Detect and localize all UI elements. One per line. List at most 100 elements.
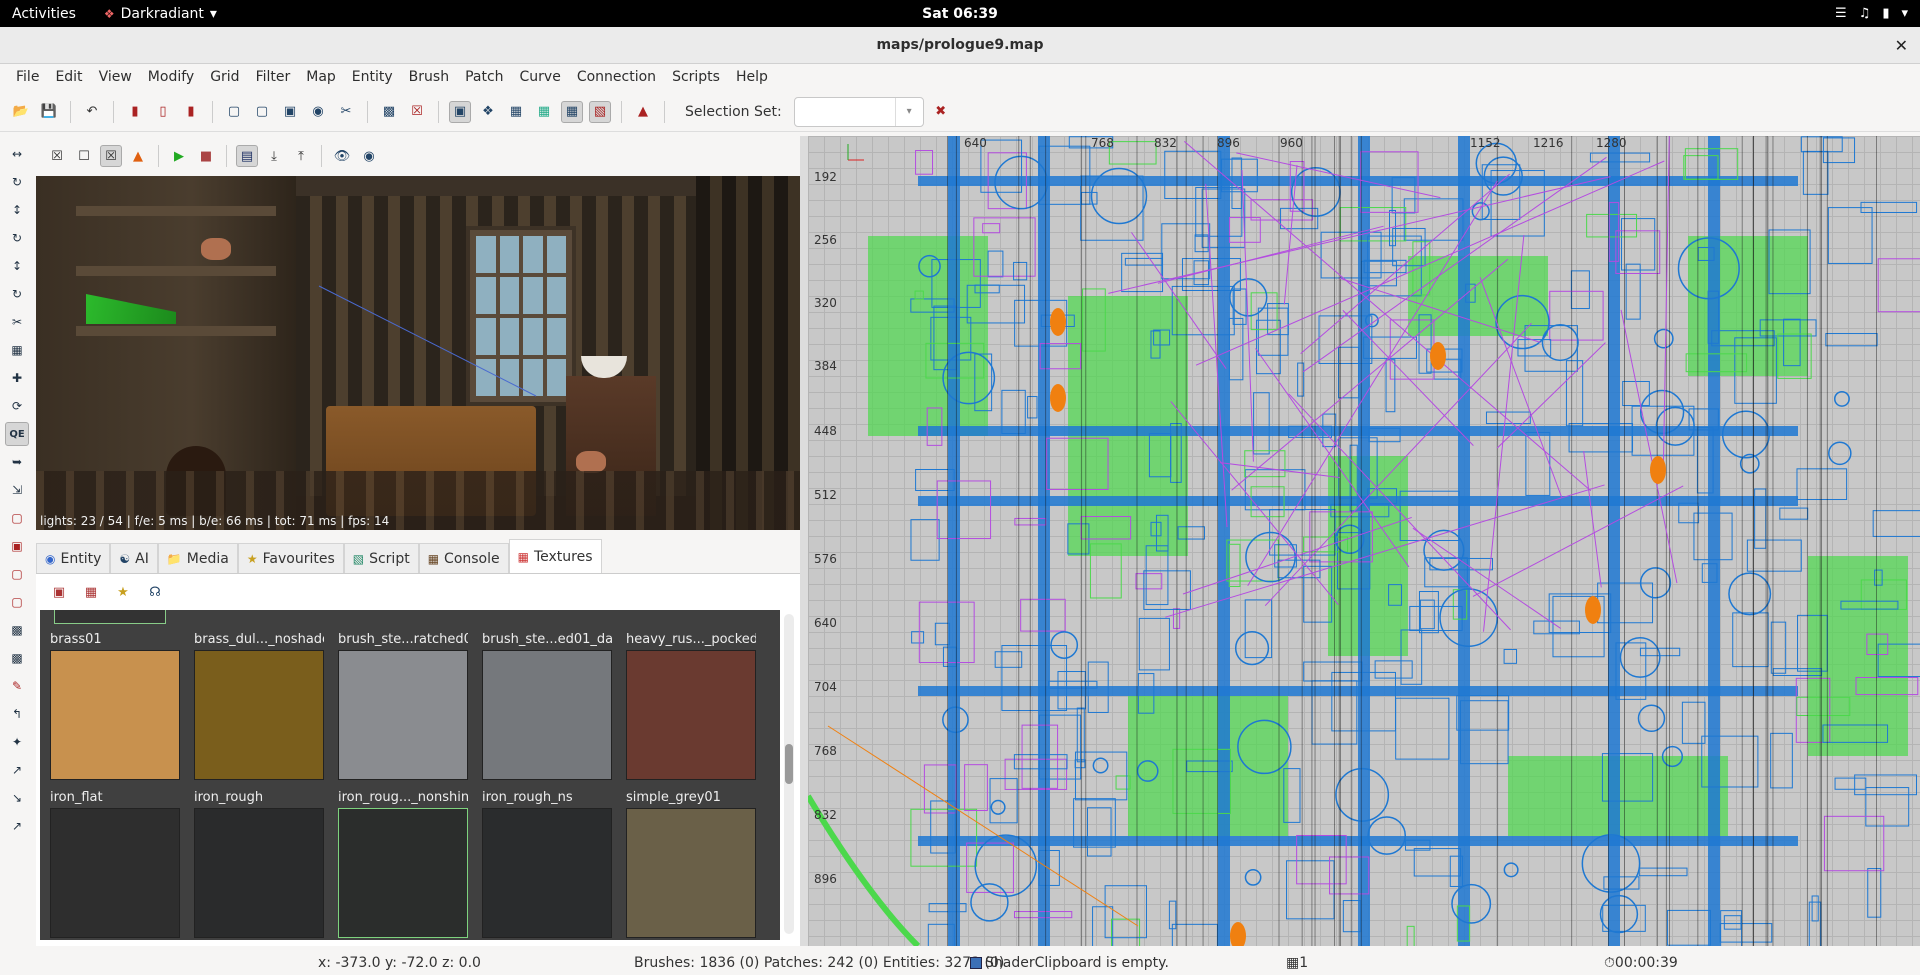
view-follow-icon[interactable]: ◉ <box>358 145 380 167</box>
menu-curve[interactable]: Curve <box>512 69 569 85</box>
chevron-down-icon[interactable]: ▾ <box>894 97 923 126</box>
menu-edit[interactable]: Edit <box>47 69 90 85</box>
qe-mode-icon[interactable]: QE <box>5 422 29 446</box>
cubic-clip-icon[interactable]: ▤ <box>236 145 258 167</box>
menu-file[interactable]: File <box>8 69 47 85</box>
activities-button[interactable]: Activities <box>12 6 76 22</box>
texture-item[interactable]: brush_ste...ratched01 <box>338 632 468 780</box>
menu-filter[interactable]: Filter <box>248 69 299 85</box>
flip-x-icon[interactable]: ↔ <box>5 142 29 166</box>
scrollbar-thumb[interactable] <box>785 744 793 784</box>
far-clip-out-icon[interactable]: ⤒ <box>290 145 312 167</box>
select-partial-tall-icon[interactable]: ▢ <box>5 562 29 586</box>
texture-item[interactable]: brass01 <box>50 632 180 780</box>
system-tray[interactable]: ☰ ♫ ▮ ▾ <box>1835 6 1908 21</box>
menu-help[interactable]: Help <box>728 69 776 85</box>
rotate-x-icon[interactable]: ↻ <box>5 170 29 194</box>
selection-set-combo[interactable]: ▾ <box>793 96 924 127</box>
rotate-icon[interactable]: ⟳ <box>5 394 29 418</box>
region-icon[interactable]: ▧ <box>589 100 611 123</box>
menu-view[interactable]: View <box>91 69 140 85</box>
tab-favourites[interactable]: ★ Favourites <box>237 543 344 573</box>
flip-z-icon[interactable]: ▮ <box>180 101 202 123</box>
rotate-y-icon[interactable]: ↻ <box>5 226 29 250</box>
hide-selected-icon[interactable]: ❖ <box>477 101 499 123</box>
rotate-z-icon[interactable]: ▣ <box>279 101 301 123</box>
pane-splitter[interactable] <box>800 136 808 946</box>
make-hollow-icon[interactable]: ✎ <box>5 674 29 698</box>
rotate-z-icon[interactable]: ↻ <box>5 282 29 306</box>
menu-scripts[interactable]: Scripts <box>664 69 728 85</box>
star-icon[interactable]: ★ <box>112 581 134 603</box>
menu-patch[interactable]: Patch <box>457 69 511 85</box>
texture-lock-icon[interactable]: ▦ <box>533 101 555 123</box>
entity-icon[interactable]: ◉ <box>307 101 329 123</box>
select-touching-icon[interactable]: ▣ <box>5 534 29 558</box>
lighting-mode-icon[interactable]: ▲ <box>127 145 149 167</box>
menu-entity[interactable]: Entity <box>344 69 401 85</box>
scale-lock-icon[interactable]: ▦ <box>561 100 583 123</box>
edge-mode-icon[interactable]: ↗ <box>5 758 29 782</box>
drag-icon[interactable]: ➥ <box>5 450 29 474</box>
view-lock-icon[interactable]: 👁 <box>331 145 353 167</box>
texture-grid[interactable]: brass01 brass_dul..._noshadow brush_ste.… <box>40 610 780 940</box>
csg-subtract-icon[interactable]: ▩ <box>5 618 29 642</box>
clipper-icon[interactable]: ✂ <box>5 310 29 334</box>
play-icon[interactable]: ▶ <box>168 145 190 167</box>
menu-grid[interactable]: Grid <box>202 69 247 85</box>
open-map-icon[interactable]: 📂 <box>10 101 32 123</box>
texture-item[interactable]: heavy_rus..._pocked01 <box>626 632 756 780</box>
undo-icon[interactable]: ↶ <box>81 101 103 123</box>
texture-filter-icon[interactable]: ▣ <box>48 581 70 603</box>
show-hidden-icon[interactable]: ▦ <box>505 101 527 123</box>
csg-merge-icon[interactable]: ▩ <box>5 646 29 670</box>
texture-item[interactable]: brush_ste...ed01_dark <box>482 632 612 780</box>
tab-ai[interactable]: ☯ AI <box>110 543 158 573</box>
face-mode-icon[interactable]: ↘ <box>5 786 29 810</box>
entity-mode-icon[interactable]: ↗ <box>5 814 29 838</box>
system-clock[interactable]: Sat 06:39 <box>922 6 998 22</box>
texture-item[interactable]: simple_grey01 <box>626 790 756 938</box>
scale-icon[interactable]: ⇲ <box>5 478 29 502</box>
camera-lock-icon[interactable]: ▣ <box>449 100 471 123</box>
texture-item[interactable]: brass_dul..._noshadow <box>194 632 324 780</box>
grid-view-icon[interactable]: ▦ <box>80 581 102 603</box>
translate-icon[interactable]: ✚ <box>5 366 29 390</box>
menu-brush[interactable]: Brush <box>401 69 457 85</box>
flip-z-icon[interactable]: ↕ <box>5 254 29 278</box>
textured-mode-icon[interactable]: ☒ <box>100 145 122 167</box>
seek-icon[interactable]: ☊ <box>144 581 166 603</box>
menu-map[interactable]: Map <box>298 69 344 85</box>
patch-tool-icon[interactable]: ↰ <box>5 702 29 726</box>
texture-item-selected[interactable]: iron_roug..._nonshiny <box>338 790 468 938</box>
tab-entity[interactable]: ◉ Entity <box>36 543 111 573</box>
texture-scrollbar[interactable] <box>784 614 794 934</box>
texture-item[interactable]: iron_rough <box>194 790 324 938</box>
menu-modify[interactable]: Modify <box>140 69 202 85</box>
tab-console[interactable]: ▦ Console <box>418 543 509 573</box>
texture-item[interactable]: iron_rough_ns <box>482 790 612 938</box>
save-map-icon[interactable]: 💾 <box>38 101 60 123</box>
flip-x-icon[interactable]: ▮ <box>124 101 146 123</box>
select-touching-icon[interactable]: ▩ <box>378 101 400 123</box>
clipper-icon[interactable]: ✂ <box>335 101 357 123</box>
select-inside-icon[interactable]: ▢ <box>5 590 29 614</box>
app-menu[interactable]: ❖ Darkradiant ▾ <box>104 6 217 22</box>
rotate-y-icon[interactable]: ▢ <box>251 101 273 123</box>
texture-tool-icon[interactable]: ▦ <box>5 338 29 362</box>
merge-icon[interactable]: ▲ <box>632 101 654 123</box>
select-inside-icon[interactable]: ☒ <box>406 101 428 123</box>
stop-icon[interactable]: ■ <box>195 145 217 167</box>
clear-selection-set-icon[interactable]: ✖ <box>930 101 952 123</box>
camera-3d-view[interactable]: lights: 23 / 54 | f/e: 5 ms | b/e: 66 ms… <box>36 176 800 530</box>
rotate-x-icon[interactable]: ▢ <box>223 101 245 123</box>
select-complete-tall-icon[interactable]: ▢ <box>5 506 29 530</box>
far-clip-in-icon[interactable]: ⤓ <box>263 145 285 167</box>
solid-mode-icon[interactable]: ☐ <box>73 145 95 167</box>
vertex-mode-icon[interactable]: ✦ <box>5 730 29 754</box>
flip-y-icon[interactable]: ↕ <box>5 198 29 222</box>
close-window-button[interactable]: ✕ <box>1895 36 1908 55</box>
wireframe-mode-icon[interactable]: ☒ <box>46 145 68 167</box>
texture-item[interactable]: iron_flat <box>50 790 180 938</box>
tab-media[interactable]: 📁 Media <box>157 543 238 573</box>
